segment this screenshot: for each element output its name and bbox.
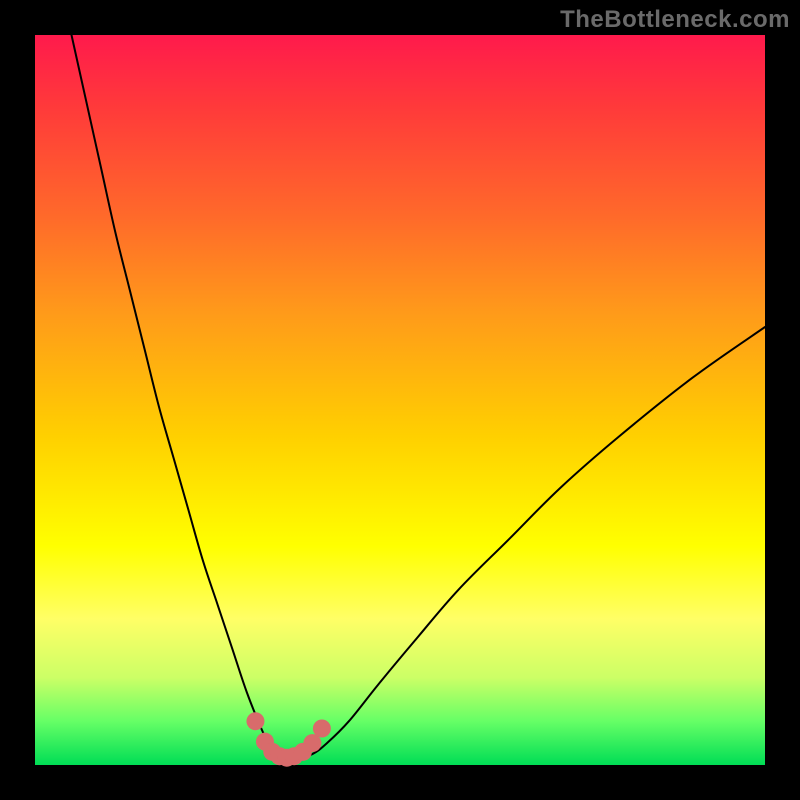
chart-frame: TheBottleneck.com: [0, 0, 800, 800]
bottleneck-curve: [72, 35, 766, 758]
plot-area: [35, 35, 765, 765]
highlight-dot: [313, 720, 331, 738]
highlight-dots-group: [246, 712, 330, 767]
chart-svg: [35, 35, 765, 765]
highlight-dot: [246, 712, 264, 730]
watermark-text: TheBottleneck.com: [560, 6, 790, 34]
